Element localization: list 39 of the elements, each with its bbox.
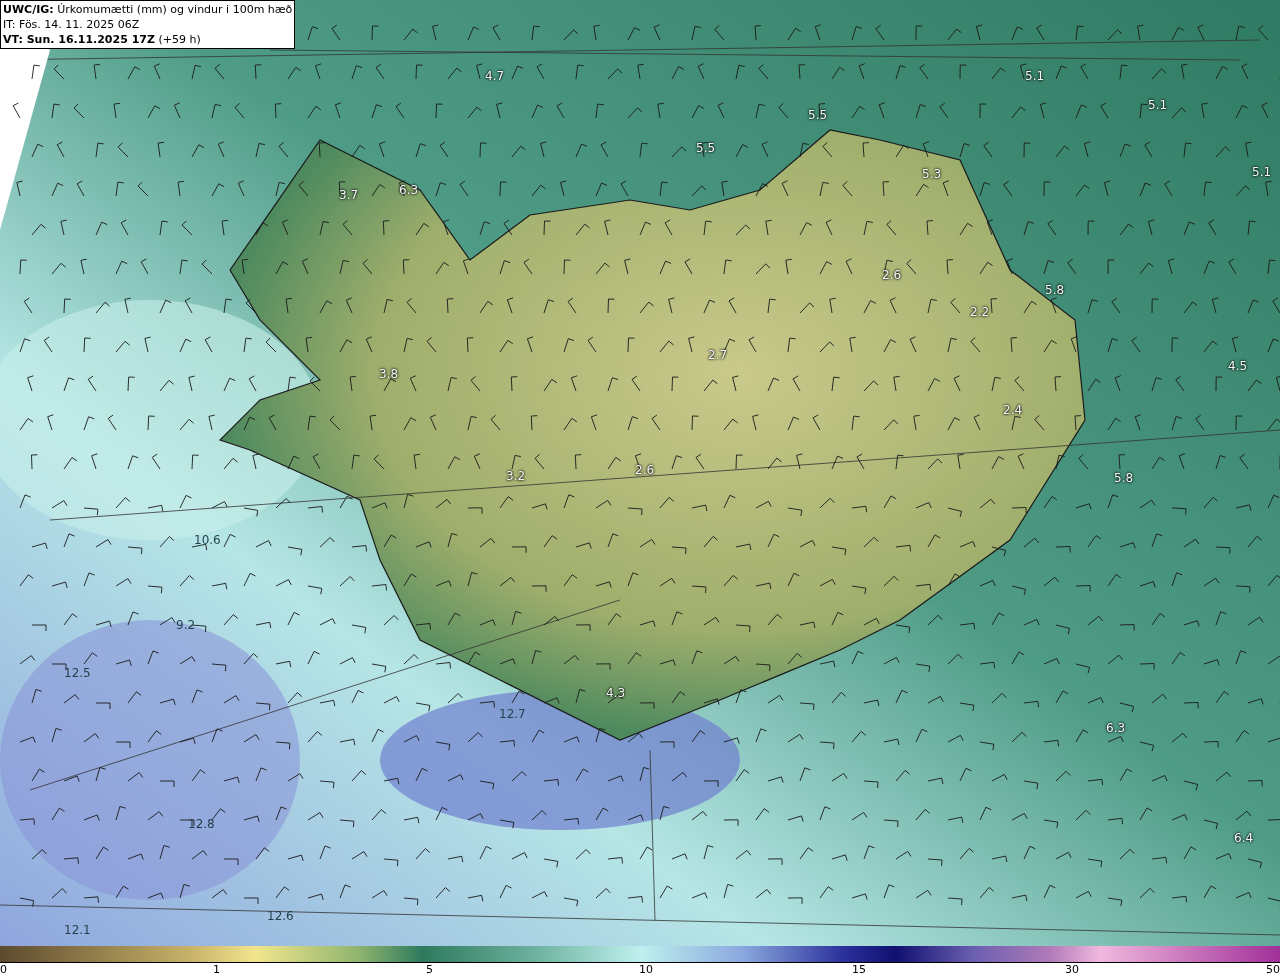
map-value-label: 12.8: [188, 818, 215, 830]
map-value-label: 3.7: [339, 189, 359, 201]
scale-tick-label: 0: [0, 964, 7, 975]
map-value-label: 6.3: [1106, 722, 1126, 734]
map-value-label: 2.7: [708, 349, 728, 361]
scale-tick-label: 30: [1065, 964, 1079, 975]
map-value-label: 2.6: [635, 464, 655, 476]
scale-tick-label: 50: [1266, 964, 1280, 975]
scale-tick-label: 15: [852, 964, 866, 975]
scale-tick-label: 5: [426, 964, 433, 975]
map-value-label: 6.4: [1234, 832, 1254, 844]
map-value-label: 12.7: [499, 708, 526, 720]
map-value-label: 12.5: [64, 667, 91, 679]
map-value-label: 4.5: [1228, 360, 1248, 372]
map-value-label: 5.3: [922, 168, 942, 180]
map-value-label: 12.1: [64, 924, 91, 936]
scale-tick-label: 1: [213, 964, 220, 975]
map-value-label: 12.6: [267, 910, 294, 922]
map-value-label: 2.4: [1003, 404, 1023, 416]
issue-time: IT: Fös. 14. 11. 2025 06Z: [3, 17, 141, 32]
map-value-label: 3.2: [506, 470, 526, 482]
map-value-label: 3.8: [379, 368, 399, 380]
map-value-label: 6.3: [399, 184, 419, 196]
map-value-label: 5.1: [1025, 70, 1045, 82]
map-value-label: 2.2: [970, 306, 990, 318]
map-title: UWC/IG: Úrkomumætti (mm) og vindur i 100m hæð: [3, 2, 293, 17]
map-value-label: 5.1: [1252, 166, 1272, 178]
map-value-label: 4.3: [606, 687, 626, 699]
map-value-label: 5.5: [696, 142, 716, 154]
map-value-label: 5.8: [1114, 472, 1134, 484]
map-value-label: 5.1: [1148, 99, 1168, 111]
valid-time: VT: Sun. 16.11.2025 17Z (+59 h): [3, 32, 202, 47]
map-value-label: 5.5: [808, 109, 828, 121]
map-value-label: 2.6: [882, 269, 902, 281]
map-value-label: 9.2: [176, 619, 196, 631]
map-value-label: 5.8: [1045, 284, 1065, 296]
map-value-label: 10.6: [194, 534, 221, 546]
scale-tick-label: 10: [639, 964, 653, 975]
map-value-label: 4.7: [485, 70, 505, 82]
